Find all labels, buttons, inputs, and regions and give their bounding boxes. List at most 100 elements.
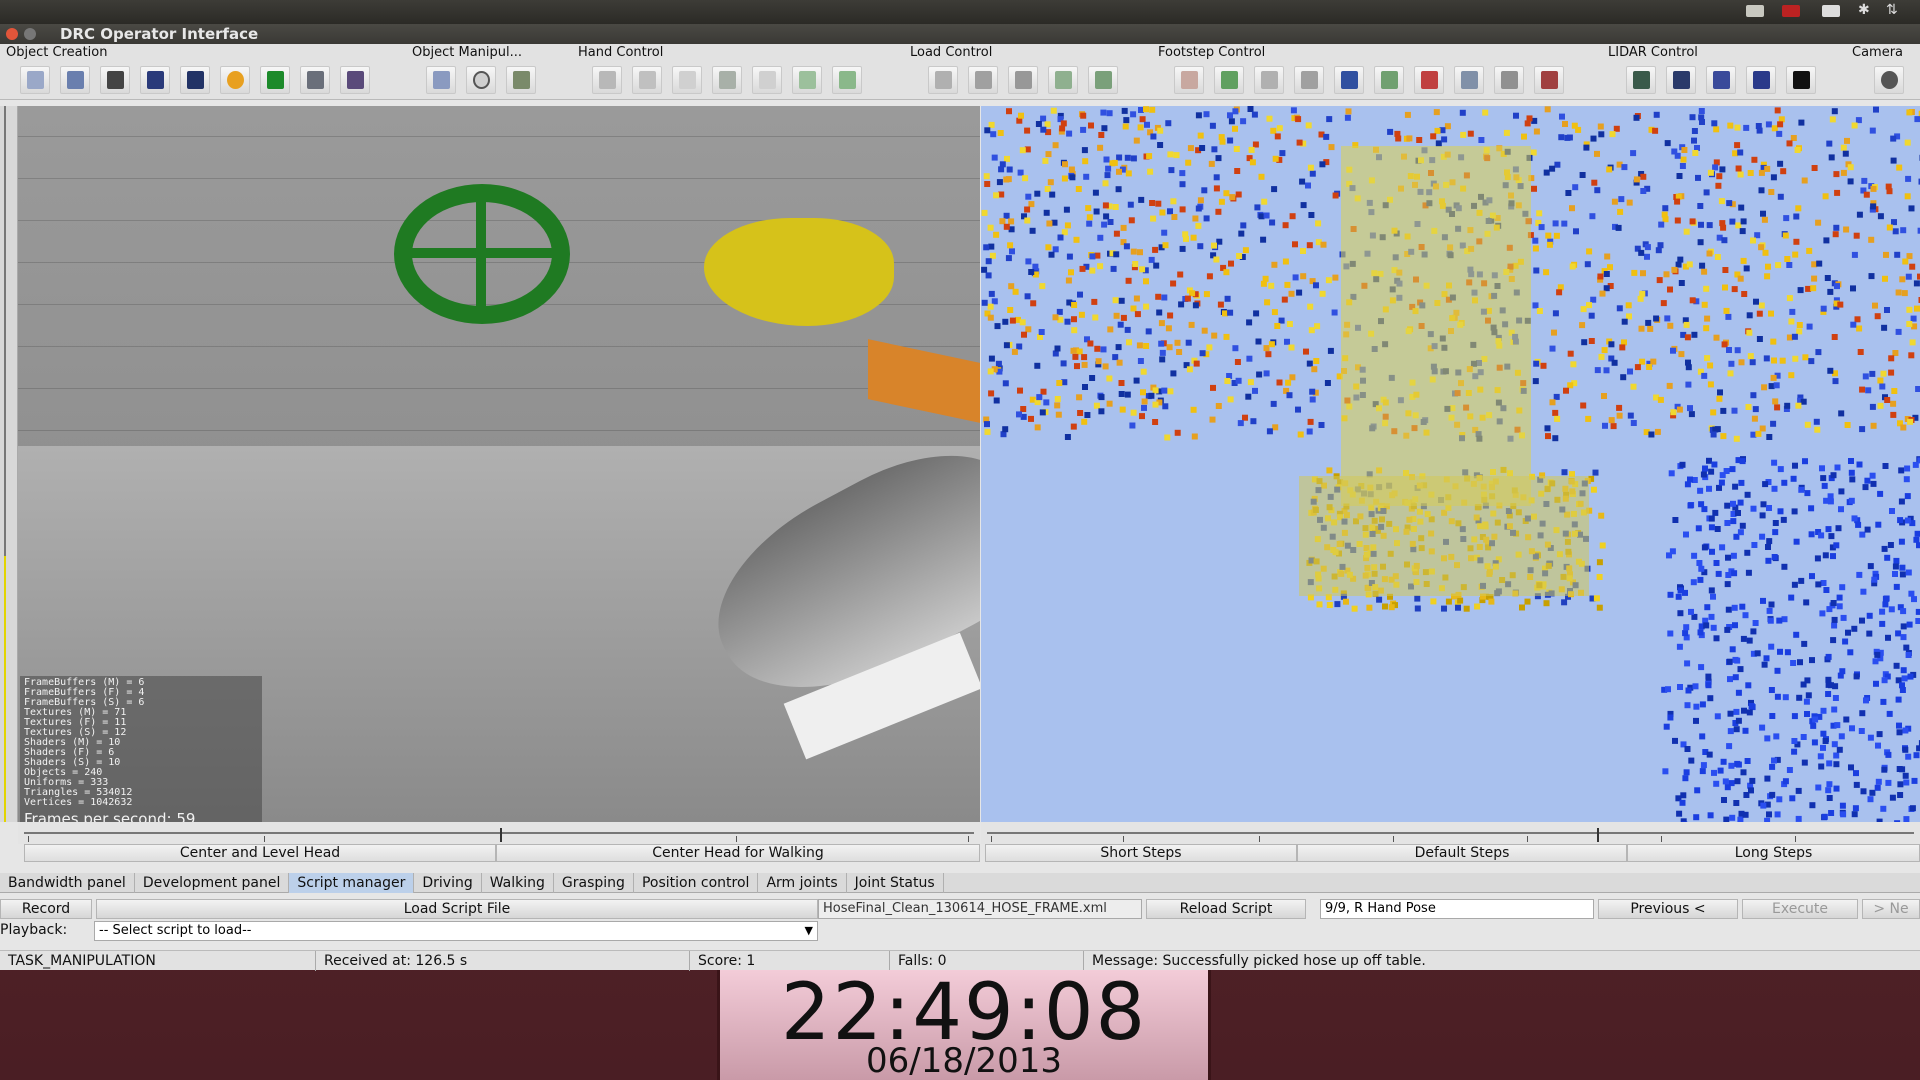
bluetooth-icon[interactable]: ✱	[1858, 2, 1870, 18]
tab-script-manager[interactable]: Script manager	[289, 873, 415, 893]
footstep-path-button[interactable]	[1374, 66, 1404, 94]
battery-icon[interactable]	[1782, 5, 1800, 17]
head-buttons: Center and Level Head Center Head for Wa…	[24, 844, 980, 862]
footstep-left-button[interactable]	[1174, 66, 1204, 94]
rotate-object-button[interactable]	[466, 66, 496, 94]
lidar-point-cloud-view[interactable]	[981, 106, 1920, 822]
hose-nozzle-model[interactable]	[704, 218, 894, 326]
close-icon[interactable]	[6, 28, 18, 40]
hand-place-button[interactable]	[592, 66, 622, 94]
keyboard-icon[interactable]	[1746, 5, 1764, 17]
default-steps-button[interactable]: Default Steps	[1297, 844, 1627, 862]
load-script-file-button[interactable]: Load Script File	[96, 899, 818, 919]
create-tool-button[interactable]	[300, 66, 330, 94]
window-titlebar: DRC Operator Interface	[0, 24, 1920, 44]
group-label: Object Manipul...	[412, 45, 523, 60]
tab-joint-status[interactable]: Joint Status	[847, 873, 944, 893]
load-button-4[interactable]	[1048, 66, 1078, 94]
center-head-walking-button[interactable]: Center Head for Walking	[496, 844, 980, 862]
panel-tabs: Bandwidth panel Development panel Script…	[0, 873, 1920, 893]
status-message: Message: Successfully picked hose up off…	[1092, 953, 1426, 969]
group-camera: Camera	[1852, 44, 1920, 100]
window-title: DRC Operator Interface	[60, 25, 259, 43]
system-top-bar: ✱ ⇅	[0, 0, 1920, 24]
reload-script-button[interactable]: Reload Script	[1146, 899, 1306, 919]
load-button-3[interactable]	[1008, 66, 1038, 94]
long-steps-button[interactable]: Long Steps	[1627, 844, 1920, 862]
create-valve-button[interactable]	[340, 66, 370, 94]
group-label: Camera	[1852, 45, 1904, 60]
lidar-button-5[interactable]	[1786, 66, 1816, 94]
center-level-head-button[interactable]: Center and Level Head	[24, 844, 496, 862]
footstep-turn-button[interactable]	[1494, 66, 1524, 94]
footstep-delete-button[interactable]	[1414, 66, 1444, 94]
hand-home-button[interactable]	[712, 66, 742, 94]
tab-grasping[interactable]: Grasping	[554, 873, 634, 893]
received-at: Received at: 126.5 s	[316, 951, 690, 971]
minimize-icon[interactable]	[24, 28, 36, 40]
create-cube-button[interactable]	[60, 66, 90, 94]
short-steps-button[interactable]: Short Steps	[985, 844, 1297, 862]
align-object-button[interactable]	[506, 66, 536, 94]
hand-blank2-button[interactable]	[752, 66, 782, 94]
next-button[interactable]: > Ne	[1862, 899, 1920, 919]
step-slider-knob[interactable]	[1597, 828, 1599, 842]
step-slider[interactable]	[981, 822, 1920, 844]
camera-view-3d[interactable]: FrameBuffers (M) = 6 FrameBuffers (F) = 4…	[18, 106, 980, 822]
lidar-button-1[interactable]	[1626, 66, 1656, 94]
eye-icon[interactable]	[1874, 66, 1904, 94]
group-label: LIDAR Control	[1608, 45, 1698, 60]
desktop: ✱ ⇅ DRC Operator Interface Object Creati…	[0, 0, 1920, 1080]
head-slider[interactable]	[18, 822, 980, 844]
record-button[interactable]: Record	[0, 899, 92, 919]
load-button-5[interactable]	[1088, 66, 1118, 94]
point-cloud	[981, 106, 1920, 822]
footstep-pair-button[interactable]	[1294, 66, 1324, 94]
tab-driving[interactable]: Driving	[414, 873, 482, 893]
group-lidar-control: LIDAR Control	[1608, 44, 1816, 100]
playback-row: Playback: -- Select script to load-- ▼	[0, 920, 1920, 942]
left-sidebar[interactable]	[0, 106, 18, 822]
group-object-manipulation: Object Manipul...	[412, 44, 562, 100]
execute-button[interactable]: Execute	[1742, 899, 1858, 919]
render-stat-line: Vertices = 1042632	[24, 797, 133, 808]
create-grid-button[interactable]	[100, 66, 130, 94]
lidar-button-4[interactable]	[1746, 66, 1776, 94]
hand-close-button[interactable]	[632, 66, 662, 94]
footstep-both-button[interactable]	[1254, 66, 1284, 94]
footstep-snap-button[interactable]	[1454, 66, 1484, 94]
script-filename-field: HoseFinal_Clean_130614_HOSE_FRAME.xml	[818, 899, 1142, 919]
group-label: Footstep Control	[1158, 45, 1266, 60]
head-slider-knob[interactable]	[500, 828, 502, 842]
script-select-dropdown[interactable]: -- Select script to load-- ▼	[94, 921, 818, 941]
footstep-grid-button[interactable]	[1334, 66, 1364, 94]
tab-arm-joints[interactable]: Arm joints	[758, 873, 847, 893]
move-object-button[interactable]	[426, 66, 456, 94]
group-object-creation: Object Creation	[6, 44, 406, 100]
create-update-button[interactable]	[180, 66, 210, 94]
tab-position-control[interactable]: Position control	[634, 873, 759, 893]
load-button-2[interactable]	[968, 66, 998, 94]
hand-place-right-button[interactable]	[832, 66, 862, 94]
footstep-blind-button[interactable]	[1534, 66, 1564, 94]
lidar-button-3[interactable]	[1706, 66, 1736, 94]
tab-walking[interactable]: Walking	[482, 873, 554, 893]
table-edge	[868, 339, 980, 429]
create-box-button[interactable]	[20, 66, 50, 94]
create-ring-button[interactable]	[220, 66, 250, 94]
create-vehicle-button[interactable]	[140, 66, 170, 94]
hand-close-right-button[interactable]	[792, 66, 822, 94]
fps-readout: Frames per second: 59	[24, 810, 196, 822]
hand-blank-button[interactable]	[672, 66, 702, 94]
previous-button[interactable]: Previous <	[1598, 899, 1738, 919]
load-button-1[interactable]	[928, 66, 958, 94]
chevron-down-icon[interactable]: ▼	[805, 922, 813, 940]
script-select-value: -- Select script to load--	[99, 923, 252, 938]
tab-development-panel[interactable]: Development panel	[135, 873, 290, 893]
mail-icon[interactable]	[1822, 5, 1840, 17]
footstep-right-button[interactable]	[1214, 66, 1244, 94]
network-icon[interactable]: ⇅	[1886, 2, 1898, 18]
tab-bandwidth-panel[interactable]: Bandwidth panel	[0, 873, 135, 893]
create-cylinder-button[interactable]	[260, 66, 290, 94]
lidar-button-2[interactable]	[1666, 66, 1696, 94]
